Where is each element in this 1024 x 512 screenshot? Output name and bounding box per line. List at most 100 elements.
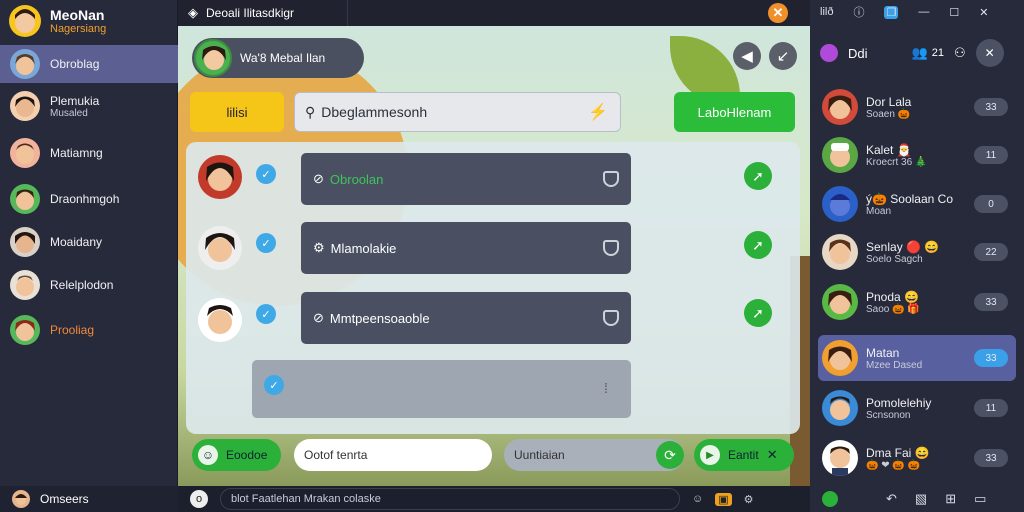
image-icon[interactable]: ▧ (915, 491, 927, 507)
contact-item[interactable]: ý🎃 Soolaan Co Moan 0 (818, 181, 1016, 227)
search-input[interactable]: ⚲ Dbeglammesonh ⚡ (294, 92, 621, 132)
item-label: Mlamolakie (330, 240, 397, 256)
shield-icon (603, 171, 619, 187)
avatar (10, 49, 40, 79)
link-icon: ⊘ (313, 171, 324, 186)
search-user-icon[interactable]: ⚇ (954, 45, 966, 61)
avatar (822, 234, 858, 270)
back-icon[interactable]: ◀ (733, 42, 761, 70)
sidebar-item-2[interactable]: Matiamng (0, 134, 178, 172)
chat-header[interactable]: Wa'8 Mebal Ilan (192, 38, 364, 78)
avatar (194, 39, 232, 77)
close-panel-icon[interactable]: ✕ (975, 39, 1004, 67)
reply-icon[interactable]: ↶ (886, 491, 897, 507)
avatar (822, 390, 858, 426)
contact-status: Scnsonon (866, 409, 911, 421)
info-icon[interactable]: ⓘ (853, 4, 864, 20)
refresh-icon[interactable]: ⟳ (656, 441, 684, 469)
list-item[interactable]: ⊘ Obroolan (301, 153, 631, 205)
sidebar-item-1[interactable]: Plemukia Musaled (0, 87, 178, 125)
sidebar-item-label: Plemukia (50, 93, 100, 108)
sidebar-item-5[interactable]: Relelplodon (0, 266, 178, 304)
maximize-icon[interactable]: ☐ (949, 6, 959, 19)
contact-status: Saoo 🎃 🎁 (866, 303, 920, 315)
list-item[interactable]: ⊘ Mmtpeensoaoble (301, 292, 631, 344)
check-icon: ✓ (256, 233, 276, 253)
sidebar-item-0[interactable]: Obroblag (0, 45, 178, 83)
sidebar-item-6[interactable]: Prooliag (0, 311, 178, 349)
avatar (822, 89, 858, 125)
search-icon: ⚲ (305, 103, 316, 120)
grid-icon[interactable]: ⊞ (945, 491, 956, 507)
message-icon[interactable]: ▭ (974, 491, 986, 507)
check-icon: ✓ (256, 164, 276, 184)
add-icon[interactable]: ➚ (744, 231, 772, 259)
status-dot-icon (820, 44, 838, 62)
chat-icon[interactable]: ❐ (884, 5, 899, 19)
action-button[interactable]: LaboHlenam (674, 92, 795, 132)
contact-name: Dor Lala (866, 94, 912, 109)
right-sidebar: lilð ⓘ ❐ — ☐ ✕ Ddi 👥 21 ⚇ ✕ Dor Lala Soae… (810, 0, 1024, 512)
window-controls: lilð ⓘ ❐ — ☐ ✕ (810, 0, 1024, 24)
check-icon: ✓ (256, 304, 276, 324)
user-avatar (12, 490, 30, 508)
close-tab-icon[interactable]: ✕ (768, 3, 788, 23)
online-status-icon[interactable] (822, 491, 838, 507)
tab-title: Deoali Ilitasdkigr (206, 6, 295, 20)
minimize-icon[interactable]: — (918, 6, 929, 18)
emoji-button[interactable]: ☺ Eoodoe (192, 439, 281, 471)
unread-badge: 11 (974, 146, 1008, 164)
contact-name: ý🎃 Soolaan Co (866, 191, 953, 206)
bolt-icon[interactable]: ⚡ (588, 102, 608, 122)
contact-name: Pnoda 😄 (866, 289, 919, 304)
footer-label: Omseers (40, 492, 89, 506)
contact-item[interactable]: Kalet 🎅 Kroecrt 36 🎄 11 (818, 132, 1016, 178)
record-icon[interactable]: o (190, 490, 208, 508)
attach-icon[interactable]: ▣ (715, 492, 732, 506)
contact-status: Mzee Dased (866, 359, 923, 371)
send-button[interactable]: ▶ Eantit ✕ (694, 439, 794, 471)
text-input[interactable]: Ootof tenrta (294, 439, 492, 471)
avatar (10, 227, 40, 257)
settings-icon[interactable]: ⚙ (744, 493, 754, 506)
list-item[interactable]: ⚙ Mlamolakie (301, 222, 631, 274)
message-input[interactable]: blot Faatlehan Mrakan colaske (220, 488, 680, 510)
window-label: lilð (820, 6, 834, 18)
sidebar-item-4[interactable]: Moaidany (0, 223, 178, 261)
contact-item[interactable]: Dor Lala Soaen 🎃 33 (818, 84, 1016, 130)
filter-button[interactable]: lilisi (190, 92, 284, 132)
contact-item[interactable]: Senlay 🔴 😄 Soelo Sagch 22 (818, 229, 1016, 275)
search-value: Dbeglammesonh (321, 104, 428, 120)
sidebar-item-3[interactable]: Draonhmgoh (0, 180, 178, 218)
tab-active[interactable]: ◈ Deoali Ilitasdkigr (178, 0, 348, 26)
add-icon[interactable]: ➚ (744, 299, 772, 327)
app-title: MeoNan (50, 6, 105, 23)
contact-item-active[interactable]: Matan Mzee Dased 33 (818, 335, 1016, 381)
check-icon: ✓ (264, 375, 284, 395)
contact-item[interactable]: Pnoda 😄 Saoo 🎃 🎁 33 (818, 279, 1016, 325)
avatar (10, 91, 40, 121)
sidebar-item-label: Obroblag (50, 57, 100, 71)
unread-badge: 22 (974, 243, 1008, 261)
list-item-placeholder[interactable] (252, 360, 631, 418)
avatar (10, 138, 40, 168)
arrow-down-left-icon[interactable]: ↙ (769, 42, 797, 70)
shield-icon (603, 310, 619, 326)
add-icon[interactable]: ➚ (744, 162, 772, 190)
contacts-header: Ddi 👥 21 ⚇ ✕ (810, 30, 1024, 76)
sidebar-item-label: Draonhmgoh (50, 192, 120, 206)
unread-badge: 0 (974, 195, 1008, 213)
contact-item[interactable]: Dma Fai 😄 🎃 ❤ 🎃 🎃 33 (818, 435, 1016, 481)
emoji-icon[interactable]: ☺ (692, 493, 703, 505)
contact-name: Dma Fai 😄 (866, 445, 930, 460)
avatar (198, 298, 242, 342)
close-window-icon[interactable]: ✕ (979, 6, 988, 19)
contact-item[interactable]: Pomolelehiy Scnsonon 11 (818, 385, 1016, 431)
app-header: MeoNan Nagersiang (0, 0, 178, 42)
chat-header-title: Wa'8 Mebal Ilan (240, 51, 326, 65)
message-panel: ✓ ⊘ Obroolan ➚ ✓ ⚙ Mlamolakie ➚ ✓ ⊘ Mmtp… (186, 142, 800, 434)
close-icon[interactable]: ✕ (767, 447, 778, 463)
sidebar-footer[interactable]: Omseers (0, 486, 178, 512)
unread-badge: 33 (974, 98, 1008, 116)
contact-name: Matan (866, 345, 900, 360)
